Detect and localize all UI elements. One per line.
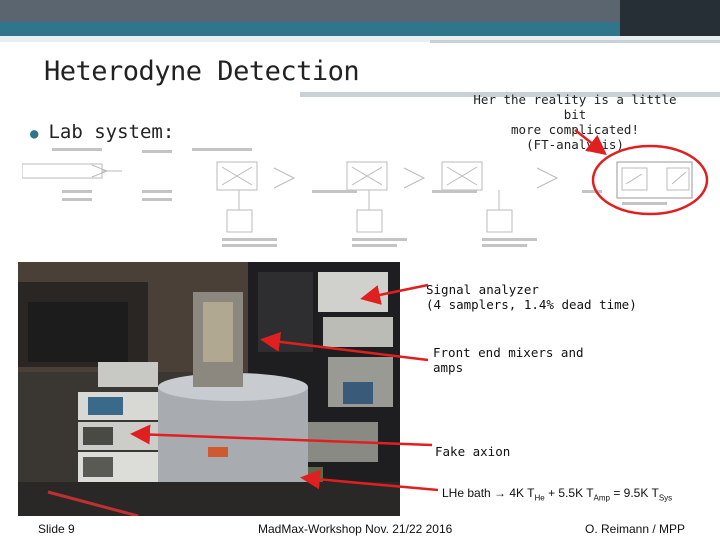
footer-author: O. Reimann / MPP <box>585 522 686 536</box>
arrow-front-end <box>260 331 429 362</box>
lhe-mid: + 5.5K T <box>544 486 594 500</box>
callout-lhe-bath: LHe bath → 4K THe + 5.5K TAmp = 9.5K TSy… <box>442 486 672 502</box>
arrow-note-to-analyzer <box>574 129 607 156</box>
lhe-mid2: = 9.5K T <box>610 486 659 500</box>
lhe-sub-sys: Sys <box>658 493 673 503</box>
footer-slide-number: Slide 9 <box>38 522 75 536</box>
front-end-line-2: amps <box>433 360 464 375</box>
footer-event: MadMax-Workshop Nov. 21/22 2016 <box>258 522 453 536</box>
lhe-sub-amp: Amp <box>593 493 610 503</box>
arrow-signal-analyzer <box>360 283 429 305</box>
arrow-lhe-bath <box>300 469 439 492</box>
arrow-fake-axion <box>130 424 433 447</box>
signal-analyzer-line-2: (4 samplers, 1.4% dead time) <box>426 297 637 312</box>
callout-signal-analyzer: Signal analyzer (4 samplers, 1.4% dead t… <box>426 282 637 312</box>
arrow-layer <box>130 129 607 492</box>
signal-analyzer-line-1: Signal analyzer <box>426 282 539 297</box>
lhe-sub-he: He <box>534 493 545 503</box>
front-end-line-1: Front end mixers and <box>433 345 584 360</box>
callout-fake-axion: Fake axion <box>435 444 511 459</box>
lhe-prefix: LHe bath → 4K T <box>442 486 535 500</box>
callout-front-end: Front end mixers and amps <box>433 345 584 375</box>
